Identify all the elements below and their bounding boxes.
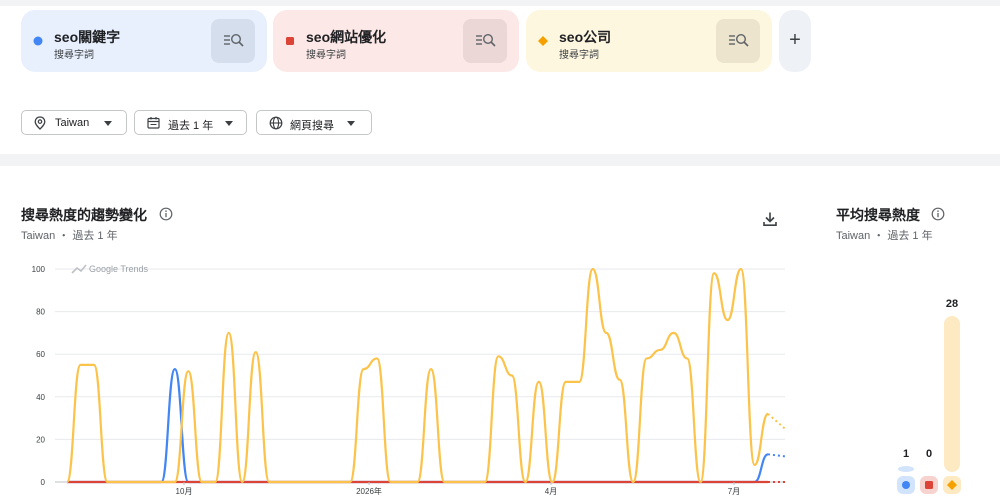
term-card-2[interactable]: seo網站優化 搜尋字詞 (273, 10, 519, 72)
add-term-button[interactable]: + (779, 10, 811, 72)
term-card-3[interactable]: seo公司 搜尋字詞 (526, 10, 772, 72)
trends-watermark: Google Trends (89, 264, 149, 274)
x-tick-label: 10月 (176, 487, 193, 496)
chevron-down-icon (104, 121, 112, 126)
search-list-icon (224, 33, 244, 47)
square-marker-icon (286, 37, 294, 45)
location-pin-icon (34, 116, 46, 130)
download-icon[interactable] (762, 211, 778, 227)
average-marker-bg (920, 476, 938, 494)
section-divider (0, 154, 1000, 166)
region-filter[interactable]: Taiwan (21, 110, 127, 135)
y-tick-label: 40 (36, 393, 45, 402)
term-name: seo網站優化 (306, 29, 387, 45)
query-search-button[interactable] (463, 19, 507, 63)
average-bar-label: 0 (926, 448, 932, 460)
search-list-icon (729, 33, 749, 47)
y-tick-label: 80 (36, 308, 45, 317)
search-list-icon (476, 33, 496, 47)
average-bar-label: 28 (946, 298, 958, 310)
term-subtitle: 搜尋字詞 (306, 50, 346, 61)
x-tick-label: 7月 (728, 487, 740, 496)
y-tick-label: 0 (41, 478, 46, 487)
info-icon[interactable] (931, 207, 945, 221)
series-line (65, 267, 770, 484)
trend-title: 搜尋熱度的趨勢變化 (21, 207, 147, 223)
search-type-filter-label: 網頁搜尋 (290, 120, 334, 132)
average-marker-bg (897, 476, 915, 494)
period-filter[interactable]: 過去 1 年 (134, 110, 247, 135)
calendar-icon (147, 117, 160, 129)
diamond-marker-icon (538, 36, 548, 46)
average-bar-label: 1 (903, 448, 909, 460)
query-search-button[interactable] (716, 19, 760, 63)
globe-icon (269, 116, 283, 130)
x-tick-label: 2026年 (356, 486, 382, 496)
chevron-down-icon (225, 121, 233, 126)
top-strip (0, 0, 1000, 6)
y-tick-label: 100 (32, 265, 46, 274)
region-filter-label: Taiwan (55, 117, 90, 129)
trend-subtitle: Taiwan ・ 過去 1 年 (21, 230, 118, 242)
series-partial-line (767, 453, 786, 458)
series-line (67, 368, 769, 484)
series-partial-line (767, 413, 786, 430)
square-marker-icon (925, 481, 933, 489)
circle-marker-icon (33, 36, 43, 46)
average-title: 平均搜尋熱度 (836, 207, 920, 223)
query-search-button[interactable] (211, 19, 255, 63)
trend-chart[interactable]: 0 20 40 60 80 100 Google Trends 10月 2026年 4月 7月 1 0 2… (0, 0, 1000, 498)
term-subtitle: 搜尋字詞 (559, 50, 599, 61)
term-card-1[interactable]: seo關鍵字 搜尋字詞 (21, 10, 267, 72)
info-icon[interactable] (159, 207, 173, 221)
circle-marker-icon (902, 481, 910, 489)
average-marker-bg (943, 476, 961, 494)
term-subtitle: 搜尋字詞 (54, 50, 94, 61)
trends-watermark-icon (71, 264, 87, 274)
average-bar (944, 316, 960, 472)
chevron-down-icon (347, 121, 355, 126)
y-tick-label: 20 (36, 435, 45, 444)
search-type-filter[interactable]: 網頁搜尋 (256, 110, 372, 135)
x-tick-label: 4月 (545, 487, 557, 496)
average-bar (898, 466, 914, 472)
term-name: seo關鍵字 (54, 29, 121, 45)
y-tick-label: 60 (36, 350, 45, 359)
period-filter-label: 過去 1 年 (168, 120, 214, 132)
average-subtitle: Taiwan ・ 過去 1 年 (836, 230, 933, 242)
term-name: seo公司 (559, 29, 612, 45)
diamond-marker-icon (947, 480, 957, 490)
